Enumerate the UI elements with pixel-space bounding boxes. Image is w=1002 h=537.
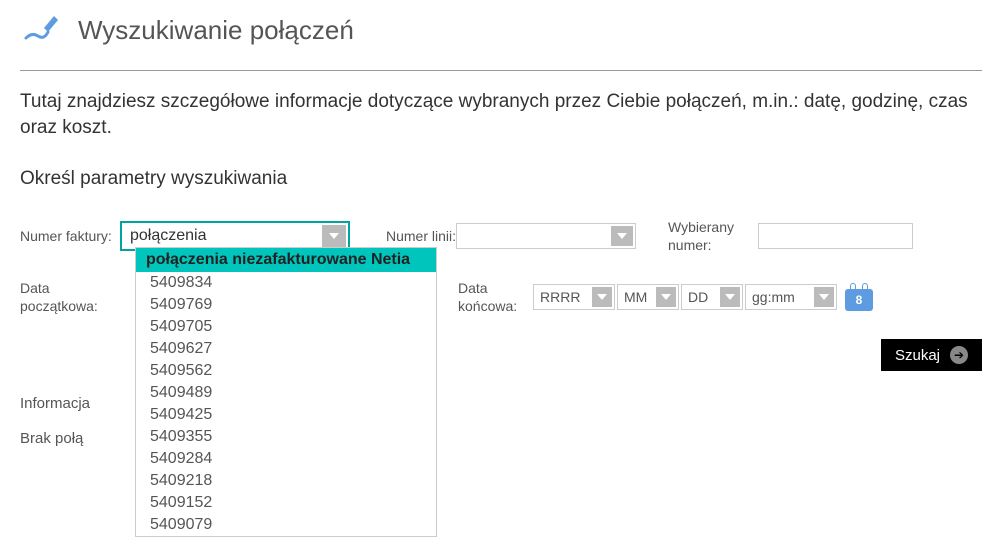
end-day-select[interactable]: DD bbox=[681, 284, 743, 310]
divider bbox=[20, 70, 982, 71]
search-button[interactable]: Szukaj ➔ bbox=[881, 339, 982, 371]
chevron-down-icon bbox=[322, 225, 346, 247]
chevron-down-icon bbox=[656, 287, 676, 307]
end-month-select[interactable]: MM bbox=[617, 284, 679, 310]
intro-text: Tutaj znajdziesz szczegółowe informacje … bbox=[0, 89, 1002, 168]
dropdown-option[interactable]: 5409355 bbox=[136, 426, 436, 448]
dropdown-option[interactable]: 5409769 bbox=[136, 294, 436, 316]
dropdown-option[interactable]: 5409079 bbox=[136, 514, 436, 536]
dropdown-option[interactable]: 5409834 bbox=[136, 272, 436, 294]
dropdown-option[interactable]: 5409562 bbox=[136, 360, 436, 382]
end-time-select[interactable]: gg:mm bbox=[745, 284, 837, 310]
section-title: Określ parametry wyszukiwania bbox=[0, 168, 1002, 218]
chevron-down-icon bbox=[592, 287, 612, 307]
dropdown-option[interactable]: 5409489 bbox=[136, 382, 436, 404]
invoice-label: Numer faktury: bbox=[20, 227, 120, 245]
dropdown-option[interactable]: 5409152 bbox=[136, 492, 436, 514]
chevron-down-icon bbox=[814, 287, 834, 307]
line-select[interactable] bbox=[456, 223, 636, 249]
line-label: Numer linii: bbox=[386, 227, 456, 245]
dropdown-option[interactable]: 5409218 bbox=[136, 470, 436, 492]
edit-icon bbox=[20, 10, 60, 50]
invoice-dropdown[interactable]: połączenia niezafakturowane Netia 540983… bbox=[135, 247, 437, 537]
dropdown-option[interactable]: 5409425 bbox=[136, 404, 436, 426]
dialed-label: Wybierany numer: bbox=[668, 218, 758, 254]
chevron-down-icon bbox=[611, 226, 633, 246]
dialed-input[interactable] bbox=[758, 223, 913, 249]
chevron-down-icon bbox=[720, 287, 740, 307]
dropdown-option[interactable]: 5409627 bbox=[136, 338, 436, 360]
date-start-label: Data początkowa: bbox=[20, 279, 120, 315]
search-button-label: Szukaj bbox=[895, 347, 940, 364]
arrow-right-icon: ➔ bbox=[950, 346, 968, 364]
dropdown-option[interactable]: 5409705 bbox=[136, 316, 436, 338]
dropdown-option[interactable]: 5409284 bbox=[136, 448, 436, 470]
dropdown-header[interactable]: połączenia niezafakturowane Netia bbox=[136, 248, 436, 272]
invoice-select-value: połączenia bbox=[122, 227, 322, 245]
date-end-label: Data końcowa: bbox=[458, 279, 533, 315]
calendar-icon[interactable]: 8 bbox=[845, 283, 873, 311]
page-title: Wyszukiwanie połączeń bbox=[78, 15, 354, 46]
end-year-select[interactable]: RRRR bbox=[533, 284, 615, 310]
